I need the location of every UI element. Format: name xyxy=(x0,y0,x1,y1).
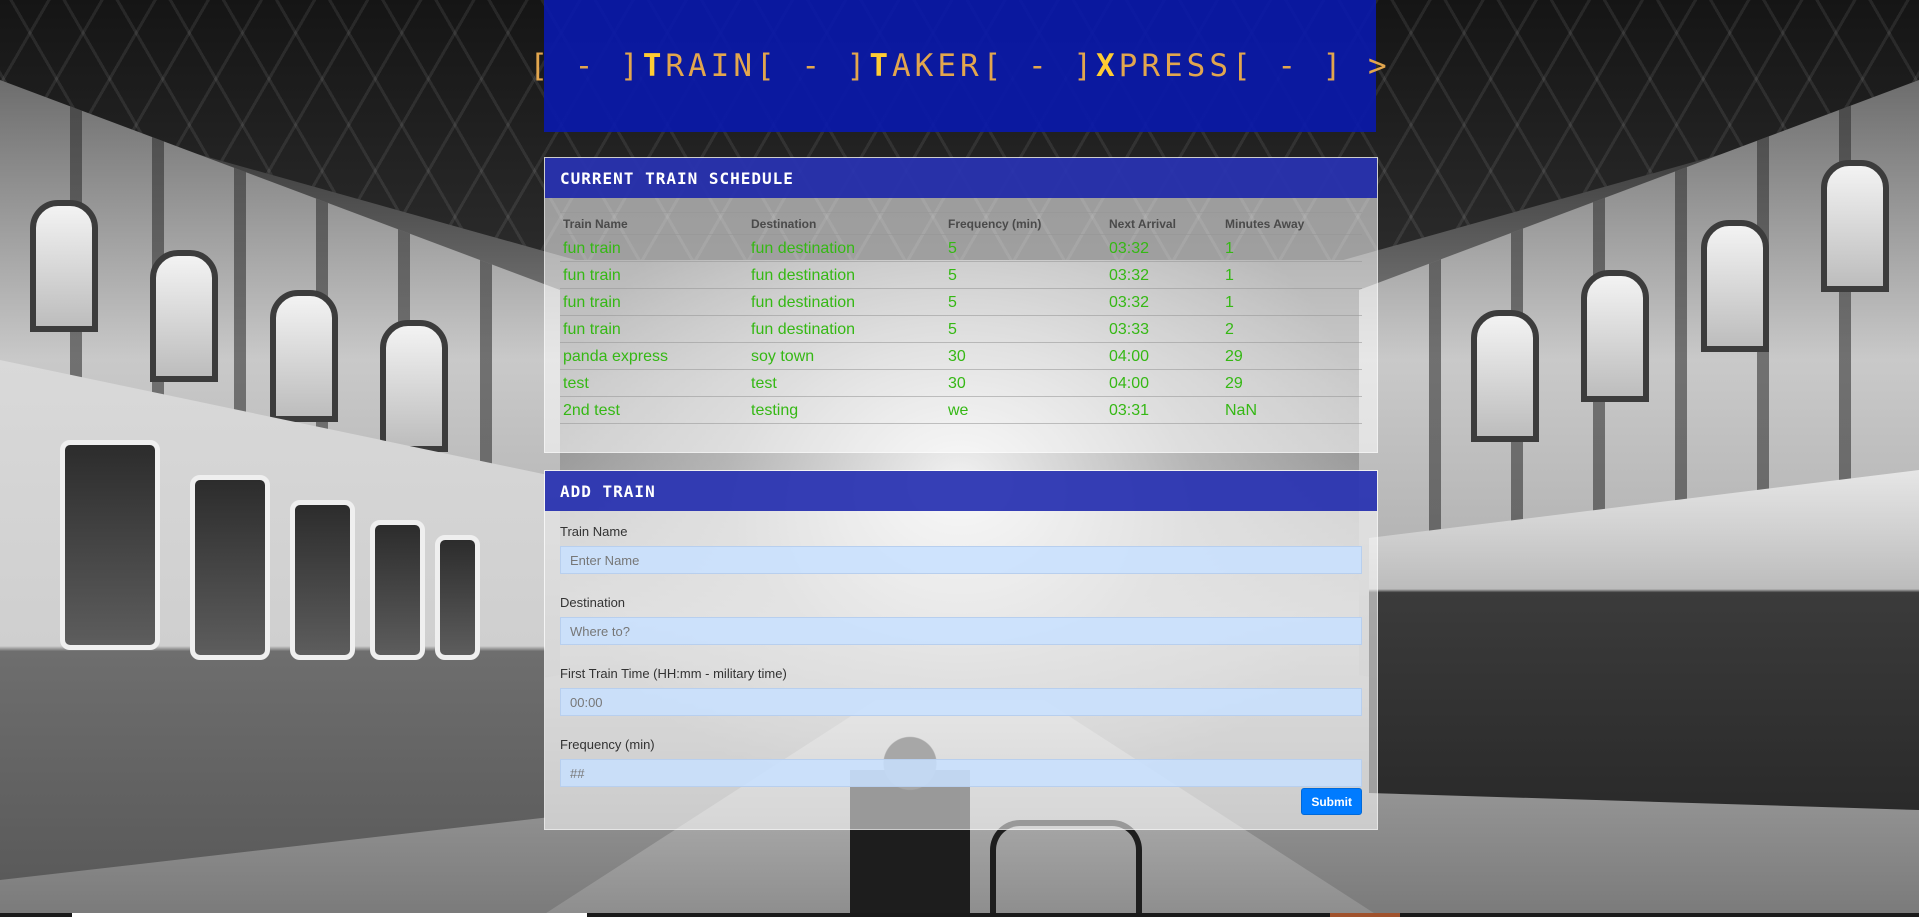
minutes-away-cell: 1 xyxy=(1222,234,1362,262)
minutes-away-cell: 29 xyxy=(1222,342,1362,370)
arch-window xyxy=(1701,220,1769,352)
title-segment: [ - ] xyxy=(529,48,643,84)
first-train-time-label: First Train Time (HH:mm - military time) xyxy=(560,666,787,681)
table-row: fun train fun destination 5 03:32 1 xyxy=(560,288,1362,316)
train-name-label: Train Name xyxy=(560,524,628,539)
add-train-panel: Add Train Train Name Destination First T… xyxy=(544,470,1378,830)
add-train-panel-header: Add Train xyxy=(545,471,1377,511)
destination-cell: soy town xyxy=(748,342,945,370)
column-header-destination: Destination xyxy=(748,212,945,235)
schedule-panel: Current Train Schedule Train Name Destin… xyxy=(544,157,1378,453)
title-initial-letter: T xyxy=(869,48,893,84)
table-row: fun train fun destination 5 03:32 1 xyxy=(560,261,1362,289)
minutes-away-cell: 29 xyxy=(1222,369,1362,397)
next-arrival-cell: 03:32 xyxy=(1106,261,1222,289)
destination-cell: testing xyxy=(748,396,945,424)
frequency-label: Frequency (min) xyxy=(560,737,655,752)
train-name-cell: test xyxy=(560,369,748,397)
next-arrival-cell: 03:32 xyxy=(1106,234,1222,262)
train-window xyxy=(290,500,355,660)
add-train-title: Add Train xyxy=(560,481,656,501)
table-row: test test 30 04:00 29 xyxy=(560,369,1362,397)
arch-window xyxy=(150,250,218,382)
train-name-cell: fun train xyxy=(560,234,748,262)
arch-window xyxy=(1581,270,1649,402)
destination-cell: fun destination xyxy=(748,234,945,262)
arch-window xyxy=(1821,160,1889,292)
first-train-time-input[interactable] xyxy=(560,688,1362,716)
title-segment: PRESS xyxy=(1118,48,1232,84)
column-header-train-name: Train Name xyxy=(560,212,748,235)
schedule-title: Current Train Schedule xyxy=(560,168,794,188)
title-initial-letter: X xyxy=(1096,48,1119,84)
frequency-cell: 5 xyxy=(945,288,1106,316)
frequency-cell: we xyxy=(945,396,1106,424)
title-initial-letter: T xyxy=(642,48,666,84)
table-header-row: Train Name Destination Frequency (min) N… xyxy=(560,212,1362,235)
column-header-next-arrival: Next Arrival xyxy=(1106,212,1222,235)
arch-window xyxy=(30,200,98,332)
next-arrival-cell: 04:00 xyxy=(1106,342,1222,370)
frequency-cell: 5 xyxy=(945,234,1106,262)
minutes-away-cell: NaN xyxy=(1222,396,1362,424)
frequency-input[interactable] xyxy=(560,759,1362,787)
train-window xyxy=(60,440,160,650)
frequency-cell: 5 xyxy=(945,261,1106,289)
train-name-input[interactable] xyxy=(560,546,1362,574)
title-segment: RAIN xyxy=(665,48,757,84)
add-train-form: Train Name Destination First Train Time … xyxy=(545,511,1377,787)
submit-button[interactable]: Submit xyxy=(1301,788,1362,815)
frequency-cell: 30 xyxy=(945,342,1106,370)
destination-cell: fun destination xyxy=(748,315,945,343)
column-header-minutes-away: Minutes Away xyxy=(1222,212,1362,235)
table-row: 2nd test testing we 03:31 NaN xyxy=(560,396,1362,424)
schedule-table: Train Name Destination Frequency (min) N… xyxy=(560,212,1362,424)
destination-cell: fun destination xyxy=(748,288,945,316)
frequency-cell: 30 xyxy=(945,369,1106,397)
title-segment: [ - ] > xyxy=(1232,48,1391,84)
next-arrival-cell: 03:31 xyxy=(1106,396,1222,424)
arch-window xyxy=(1471,310,1539,442)
next-arrival-cell: 03:32 xyxy=(1106,288,1222,316)
title-segment: [ - ] xyxy=(756,48,870,84)
train-name-cell: 2nd test xyxy=(560,396,748,424)
train-window xyxy=(370,520,425,660)
minutes-away-cell: 2 xyxy=(1222,315,1362,343)
minutes-away-cell: 1 xyxy=(1222,261,1362,289)
arch-window xyxy=(270,290,338,422)
table-row: panda express soy town 30 04:00 29 xyxy=(560,342,1362,370)
site-title: [ - ]TRAIN[ - ]TAKER[ - ]XPRESS[ - ] > xyxy=(529,48,1390,84)
arch-window xyxy=(380,320,448,452)
destination-cell: test xyxy=(748,369,945,397)
title-segment: AKER xyxy=(892,48,983,84)
train-name-cell: fun train xyxy=(560,261,748,289)
train-window xyxy=(435,535,480,660)
train-name-cell: fun train xyxy=(560,288,748,316)
next-arrival-cell: 04:00 xyxy=(1106,369,1222,397)
destination-input[interactable] xyxy=(560,617,1362,645)
minutes-away-cell: 1 xyxy=(1222,288,1362,316)
next-arrival-cell: 03:33 xyxy=(1106,315,1222,343)
title-segment: [ - ] xyxy=(982,48,1096,84)
destination-label: Destination xyxy=(560,595,626,610)
column-header-frequency: Frequency (min) xyxy=(945,212,1106,235)
site-header: [ - ]TRAIN[ - ]TAKER[ - ]XPRESS[ - ] > xyxy=(529,0,1387,132)
table-row: fun train fun destination 5 03:32 1 xyxy=(560,234,1362,262)
train-window xyxy=(190,475,270,660)
destination-cell: fun destination xyxy=(748,261,945,289)
bottom-strip xyxy=(0,913,1919,917)
frequency-cell: 5 xyxy=(945,315,1106,343)
bench xyxy=(990,820,1142,916)
table-row: fun train fun destination 5 03:33 2 xyxy=(560,315,1362,343)
schedule-panel-header: Current Train Schedule xyxy=(545,158,1377,198)
train-name-cell: fun train xyxy=(560,315,748,343)
train-name-cell: panda express xyxy=(560,342,748,370)
